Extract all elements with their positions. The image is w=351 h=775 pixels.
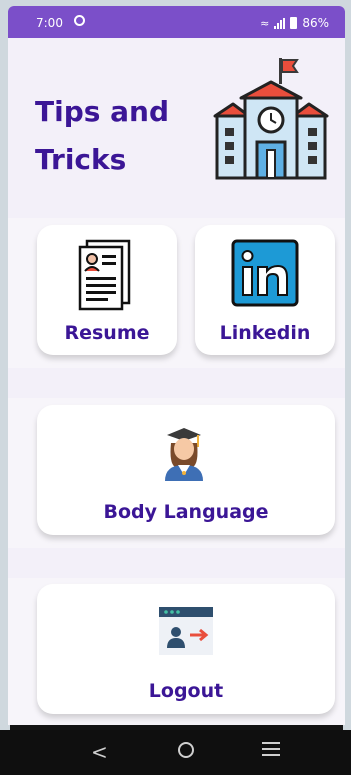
- page-title: Tips and Tricks: [35, 88, 195, 184]
- resume-card-label: Resume: [64, 322, 150, 344]
- app-screen: 7:00 ≈ 86% Tips and Tricks Resume Linked…: [8, 6, 345, 725]
- body-language-card-label: Body Language: [103, 501, 269, 523]
- battery-percent: 86%: [302, 16, 329, 30]
- logout-window-icon: [159, 607, 213, 655]
- notification-app-icon: [74, 15, 85, 26]
- logout-card[interactable]: Logout: [37, 584, 335, 714]
- linkedin-card[interactable]: Linkedin: [195, 225, 335, 355]
- resume-card[interactable]: Resume: [37, 225, 177, 355]
- system-navigation-bar: <: [0, 730, 351, 775]
- signal-icon: [274, 17, 286, 29]
- main-content: Tips and Tricks Resume Linkedin Body Lan…: [8, 38, 345, 725]
- page-title-line2: Tricks: [35, 143, 127, 176]
- body-language-card[interactable]: Body Language: [37, 405, 335, 535]
- status-time: 7:00: [36, 16, 63, 30]
- graduate-woman-icon: [165, 428, 203, 481]
- logout-card-label: Logout: [148, 680, 224, 702]
- battery-icon: [290, 17, 298, 29]
- school-building-icon: [213, 58, 329, 180]
- linkedin-card-label: Linkedin: [219, 322, 311, 344]
- nav-back-button[interactable]: <: [91, 740, 108, 764]
- nav-recents-button[interactable]: [262, 742, 280, 760]
- resume-document-icon: [78, 239, 131, 311]
- status-bar: 7:00 ≈ 86%: [8, 6, 345, 38]
- wifi-icon: ≈: [260, 16, 270, 30]
- linkedin-logo-icon: [231, 239, 299, 307]
- page-title-line1: Tips and: [35, 95, 170, 128]
- nav-home-button[interactable]: [178, 742, 194, 758]
- status-indicators: ≈ 86%: [260, 16, 329, 30]
